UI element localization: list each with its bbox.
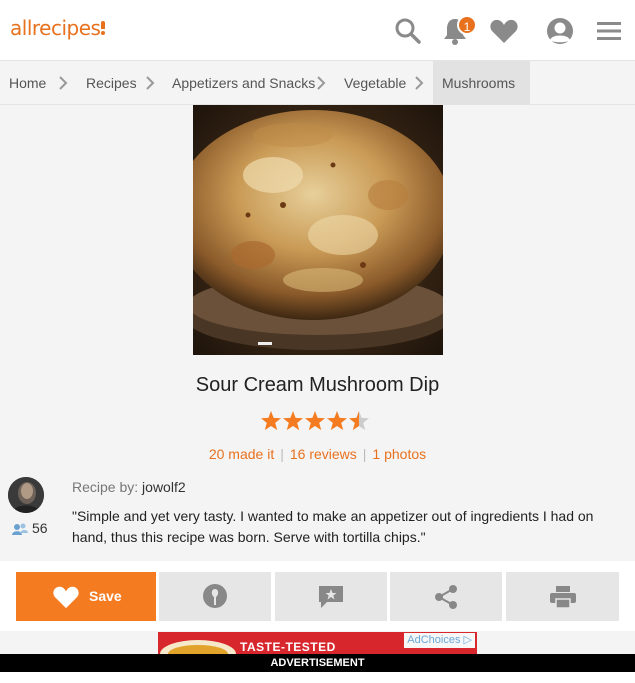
- review-icon: [319, 585, 343, 608]
- breadcrumb-appetizers[interactable]: Appetizers and Snacks: [172, 61, 315, 105]
- heart-icon[interactable]: [489, 16, 519, 46]
- chevron-right-icon: [146, 76, 155, 90]
- chevron-right-icon: [59, 76, 68, 90]
- bottom-strip: [0, 672, 635, 683]
- adchoices-link[interactable]: AdChoices ▷: [404, 633, 475, 648]
- recipe-title: Sour Cream Mushroom Dip: [195, 374, 440, 396]
- reviews-link[interactable]: 16 reviews: [290, 446, 357, 462]
- print-icon: [549, 585, 576, 609]
- page: { "header": { "logo": "allrecipes", "not…: [0, 0, 635, 683]
- made-it-icon: [203, 583, 227, 608]
- breadcrumb-recipes[interactable]: Recipes: [86, 61, 137, 105]
- action-bar: Save: [0, 561, 635, 631]
- star-icon: [305, 411, 325, 431]
- star-rating[interactable]: [260, 410, 372, 432]
- ad-product-image: [160, 640, 236, 654]
- ad-headline: TASTE-TESTED: [240, 640, 336, 654]
- breadcrumb-home[interactable]: Home: [9, 61, 46, 105]
- breadcrumb-vegetable[interactable]: Vegetable: [344, 61, 406, 105]
- breadcrumb: Home Recipes Appetizers and Snacks Veget…: [0, 61, 635, 105]
- chevron-right-icon: [415, 76, 424, 90]
- half-star-icon: [349, 411, 369, 431]
- star-icon: [261, 411, 281, 431]
- ad-banner[interactable]: TASTE-TESTED AdChoices ▷: [158, 632, 477, 654]
- made-it-button[interactable]: [159, 572, 271, 621]
- followers-icon: [12, 523, 28, 536]
- allrecipes-logo[interactable]: allrecipes: [10, 16, 106, 40]
- followers-count[interactable]: 56: [12, 520, 48, 536]
- share-icon: [435, 584, 457, 609]
- recipe-description: "Simple and yet very tasty. I wanted to …: [72, 508, 594, 545]
- recipe-meta: 20 made it | 16 reviews | 1 photos: [208, 446, 427, 462]
- review-button[interactable]: [275, 572, 387, 621]
- profile-icon[interactable]: [545, 16, 575, 46]
- print-button[interactable]: [506, 572, 619, 621]
- notification-badge: 1: [457, 15, 477, 35]
- top-header: allrecipes 1: [0, 0, 635, 61]
- recipe-photo[interactable]: [193, 105, 443, 355]
- recipe-by: Recipe by: jowolf2: [72, 479, 186, 495]
- star-icon: [283, 411, 303, 431]
- made-it-link[interactable]: 20 made it: [209, 446, 274, 462]
- advertisement-label: ADVERTISEMENT: [0, 654, 635, 672]
- save-button[interactable]: Save: [16, 572, 156, 621]
- breadcrumb-mushrooms[interactable]: Mushrooms: [433, 61, 530, 105]
- share-button[interactable]: [390, 572, 502, 621]
- author-name[interactable]: jowolf2: [142, 479, 186, 495]
- menu-icon[interactable]: [594, 16, 624, 46]
- search-icon[interactable]: [393, 16, 423, 46]
- photos-link[interactable]: 1 photos: [372, 446, 426, 462]
- heart-icon: [53, 586, 79, 608]
- star-icon: [327, 411, 347, 431]
- author-avatar[interactable]: [8, 477, 44, 513]
- chevron-right-icon: [317, 76, 326, 90]
